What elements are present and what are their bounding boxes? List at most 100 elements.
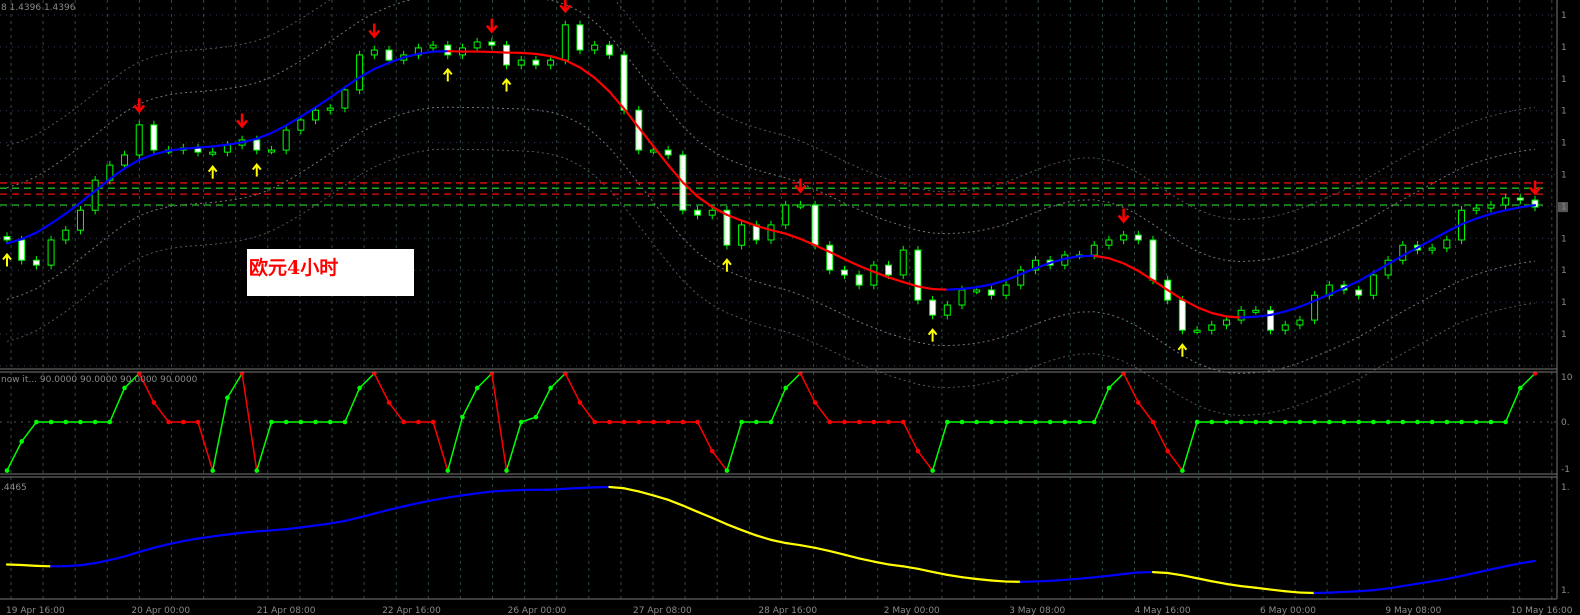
oscillator-segment bbox=[1093, 387, 1110, 423]
moving-average-segment bbox=[990, 279, 1008, 286]
trend-line-segment bbox=[402, 501, 420, 508]
candle-body bbox=[591, 44, 599, 51]
moving-average-segment bbox=[255, 131, 273, 140]
candle-body bbox=[826, 244, 834, 271]
trend-line-segment bbox=[1269, 588, 1287, 593]
price-axis-label: 1 bbox=[1561, 75, 1567, 85]
oscillator-axis-label: 10 bbox=[1561, 373, 1573, 383]
candle-body bbox=[973, 289, 981, 293]
trend-line-segment bbox=[461, 492, 479, 497]
moving-average-segment bbox=[1195, 306, 1213, 315]
trend-line-segment bbox=[1049, 578, 1066, 582]
candle-body bbox=[738, 224, 746, 246]
trend-line-segment bbox=[1181, 574, 1199, 580]
candle-body bbox=[914, 249, 922, 301]
oscillator-segment bbox=[476, 372, 493, 389]
candle-body bbox=[91, 179, 99, 211]
candle-body bbox=[444, 44, 452, 56]
time-axis-label: 6 May 00:00 bbox=[1260, 606, 1316, 615]
oscillator-segment bbox=[1152, 421, 1169, 452]
trend-line-segment bbox=[549, 487, 567, 491]
trend-line-segment bbox=[1328, 590, 1346, 594]
oscillator-segment bbox=[799, 373, 816, 403]
oscillator-segment bbox=[153, 402, 170, 423]
trend-line-segment bbox=[1416, 580, 1434, 585]
trend-line-segment bbox=[564, 486, 582, 490]
trend-line-segment bbox=[1254, 586, 1272, 591]
candle-body bbox=[1472, 207, 1480, 211]
price-axis-label: 1 bbox=[1561, 234, 1567, 244]
moving-average-segment bbox=[182, 146, 200, 150]
price-axis-label: 1 bbox=[1561, 43, 1567, 53]
time-axis-label: 20 Apr 00:00 bbox=[131, 606, 190, 615]
oscillator-segment bbox=[785, 372, 801, 389]
sell-arrow-icon bbox=[1117, 208, 1130, 224]
candle-body bbox=[1178, 299, 1186, 331]
time-axis-label: 10 May 16:00 bbox=[1511, 606, 1573, 615]
candle-body bbox=[987, 289, 995, 296]
trend-line-segment bbox=[1195, 577, 1213, 583]
grid bbox=[0, 0, 1557, 599]
oscillator-segment bbox=[1167, 450, 1183, 472]
candle-body bbox=[326, 107, 334, 111]
trend-line-segment bbox=[1401, 582, 1419, 588]
chart-note-text: 欧元4小时 bbox=[249, 257, 339, 279]
oscillator-axis-label: -1 bbox=[1561, 465, 1570, 475]
candle-body bbox=[958, 289, 966, 306]
trend-line-segment bbox=[285, 526, 302, 531]
trend-line-segment bbox=[799, 544, 817, 549]
forex-chart[interactable]: 8 1.4396 1.4396 now it... 90.0000 90.000… bbox=[0, 0, 1580, 615]
trend-line-segment bbox=[1372, 587, 1390, 592]
candle-body bbox=[1369, 274, 1377, 296]
moving-average-segment bbox=[1342, 279, 1360, 290]
moving-average-segment bbox=[314, 96, 332, 109]
candle-body bbox=[282, 129, 290, 151]
candle-body bbox=[32, 259, 40, 266]
time-axis-label: 27 Apr 08:00 bbox=[633, 606, 692, 615]
trend-line-segment bbox=[784, 541, 802, 547]
trend-line-segment bbox=[211, 533, 229, 538]
chart-note-box: 欧元4小时 bbox=[247, 249, 414, 296]
trend-line-segment bbox=[358, 512, 376, 519]
time-axis-label: 26 Apr 00:00 bbox=[508, 606, 567, 615]
oscillator-segment bbox=[550, 372, 566, 389]
trend-line-segment bbox=[681, 504, 699, 513]
trend-line-segment bbox=[1166, 571, 1184, 577]
time-axis-label: 22 Apr 16:00 bbox=[382, 606, 441, 615]
candle-body bbox=[1443, 239, 1451, 249]
candle-body bbox=[694, 209, 702, 216]
moving-average-segment bbox=[564, 59, 582, 69]
price-axis-label: 1 bbox=[1561, 11, 1567, 21]
time-axis: 19 Apr 16:00 20 Apr 00:00 21 Apr 08:00 22 A… bbox=[6, 606, 1573, 615]
trend-line-segment bbox=[1386, 584, 1404, 590]
candle-body bbox=[356, 54, 364, 91]
oscillator-segment bbox=[711, 450, 728, 472]
candle-body bbox=[1516, 197, 1524, 201]
trend-line-segment bbox=[270, 527, 288, 532]
trend-line-segment bbox=[1445, 574, 1463, 581]
candle-body bbox=[312, 109, 320, 121]
oscillator-axis-label: 0. bbox=[1561, 418, 1570, 428]
candle-body bbox=[532, 59, 540, 66]
oscillator-segment bbox=[461, 387, 478, 418]
oscillator-segment bbox=[388, 402, 405, 423]
trend-line-segment bbox=[990, 579, 1008, 583]
oscillator-segment bbox=[520, 416, 537, 423]
candle-body bbox=[1002, 284, 1010, 296]
trend-line-segment bbox=[872, 560, 890, 566]
candle-body bbox=[267, 149, 275, 153]
oscillator-segment bbox=[770, 387, 787, 423]
trend-line-segment bbox=[843, 553, 861, 560]
trend-line-segment bbox=[505, 488, 523, 492]
trend-line-segment bbox=[314, 522, 332, 527]
candle-body bbox=[840, 269, 848, 276]
candle-body bbox=[1222, 319, 1230, 326]
price-axis-label: 1 bbox=[1561, 171, 1567, 181]
trend-line-segment bbox=[1460, 571, 1478, 578]
trend-line-segment bbox=[1151, 571, 1169, 575]
candle-body bbox=[209, 151, 217, 155]
oscillator-segment bbox=[197, 421, 214, 471]
moving-average-segment bbox=[534, 52, 552, 58]
trend-line-segment bbox=[446, 494, 464, 499]
trend-line-segment bbox=[431, 496, 449, 502]
